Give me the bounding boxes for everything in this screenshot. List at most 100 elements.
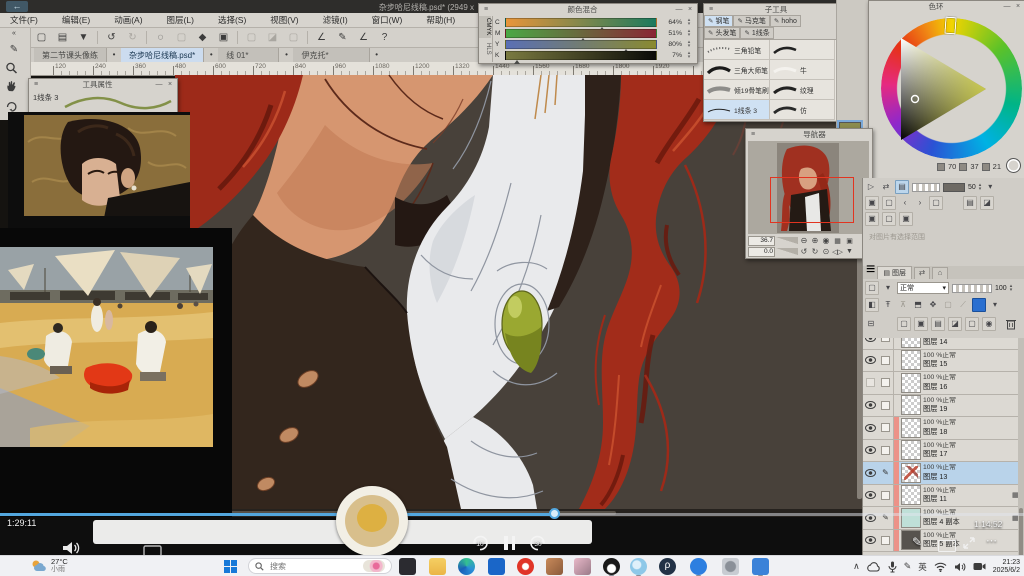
open-file-icon[interactable]: ▤ — [55, 30, 70, 45]
back-button[interactable]: ← — [6, 1, 28, 12]
shape-icon[interactable]: ▢ — [286, 30, 301, 45]
fill-icon[interactable]: ◆ — [195, 30, 210, 45]
prev-icon[interactable]: ‹ — [899, 197, 911, 209]
actual-size-icon[interactable]: ▦ — [832, 237, 843, 245]
brush-item[interactable]: 三角大师笔 — [704, 60, 770, 80]
player-more-icon[interactable]: ⋯ — [986, 534, 997, 547]
folder-open-icon[interactable]: ▤ — [963, 196, 977, 210]
layer-thumbnail[interactable] — [901, 373, 921, 393]
sv-triangle[interactable] — [881, 18, 1022, 159]
color-mode-toggle-icon[interactable] — [1006, 158, 1021, 173]
eye-icon[interactable] — [865, 356, 876, 364]
brush-item[interactable]: 三角铅笔 — [704, 40, 770, 60]
subtool-tab-hoho[interactable]: ✎hoho — [770, 15, 801, 27]
layer-row[interactable]: 100 %正常图层 16 — [863, 372, 1024, 395]
select-add-icon[interactable]: ▢ — [882, 196, 896, 210]
channel-slider[interactable] — [505, 40, 657, 49]
layer-checkbox[interactable] — [881, 356, 890, 365]
tab-document-4[interactable]: 伊克托* — [293, 48, 369, 62]
eye-icon[interactable] — [865, 446, 876, 454]
search-box[interactable] — [248, 558, 392, 574]
layer-row[interactable]: 100 %正常图层 18 — [863, 417, 1024, 440]
menu-window[interactable]: 窗口(W) — [372, 14, 403, 26]
brush-item[interactable]: 仿 — [770, 100, 835, 120]
layer-list-scrollbar[interactable] — [1018, 338, 1024, 564]
player-volume-icon[interactable] — [62, 540, 82, 556]
layer-checkbox[interactable] — [881, 338, 890, 342]
menu-filter[interactable]: 滤镜(I) — [323, 14, 348, 26]
weather-widget[interactable]: 27°C 小雨 — [30, 557, 68, 574]
tab-document-2-active[interactable]: 杂步哈尼线稿.psd* — [121, 48, 204, 62]
merge-layer-icon[interactable]: ▢ — [965, 317, 979, 331]
subtool-tab-marker[interactable]: ✎马克笔 — [733, 15, 769, 27]
panel-menu-icon[interactable]: ≡ — [32, 81, 40, 88]
pause-button[interactable] — [504, 536, 515, 555]
eye-icon[interactable] — [865, 424, 876, 432]
channel-slider[interactable] — [505, 18, 657, 27]
close-icon[interactable]: × — [166, 81, 174, 88]
forward-30-button[interactable]: 30 — [528, 533, 550, 555]
tab-hls[interactable]: HLS — [479, 38, 491, 60]
dots-slider[interactable] — [912, 183, 940, 192]
video-progress-handle[interactable] — [549, 508, 560, 519]
dark-slider[interactable] — [943, 183, 965, 192]
layer-color-icon[interactable]: ▢ — [865, 281, 879, 295]
brush-item[interactable]: 倾19骨笔刷 — [704, 80, 770, 100]
crop-frame-icon[interactable]: ▣ — [216, 30, 231, 45]
select-area-icon[interactable]: ▣ — [865, 196, 879, 210]
tab-animation[interactable]: ⌂ — [932, 267, 948, 279]
stepper[interactable]: ▴▾ — [685, 40, 693, 48]
layer-thumbnail[interactable] — [901, 338, 921, 348]
minimize-icon[interactable]: — — [1003, 3, 1011, 10]
layer-row[interactable]: 100 %正常图层 14 — [863, 338, 1024, 350]
cloud-icon[interactable] — [867, 562, 881, 572]
player-annotate-icon[interactable]: ✎ — [912, 535, 922, 549]
transform-icon[interactable]: ✥ — [927, 299, 939, 311]
app-dark-icon[interactable] — [399, 558, 416, 575]
zoom-tool-icon[interactable] — [5, 62, 23, 78]
layer-color-blue-swatch[interactable] — [972, 298, 986, 312]
reset-rotation-icon[interactable]: ⊙ — [821, 247, 831, 257]
eye-icon-hidden[interactable] — [866, 378, 875, 387]
select-sub-icon[interactable]: ▢ — [929, 196, 943, 210]
brush-item[interactable]: 纹理 — [770, 80, 835, 100]
new-document-icon[interactable]: ▢ — [34, 30, 49, 45]
lock-icon[interactable]: ⬒ — [912, 299, 924, 311]
eye-icon[interactable] — [865, 401, 876, 409]
zoom-slider[interactable] — [776, 237, 798, 244]
deselect-icon[interactable]: ◌ — [153, 30, 168, 45]
app-grey-icon[interactable] — [722, 558, 739, 575]
layer-thumbnail[interactable] — [901, 485, 921, 505]
app-blue-circle-icon[interactable] — [690, 558, 707, 575]
menu-select[interactable]: 选择(S) — [218, 14, 246, 26]
minimize-icon[interactable]: — — [675, 6, 683, 13]
brush-item[interactable] — [770, 40, 835, 60]
layer-thumbnail[interactable] — [901, 395, 921, 415]
app-p-icon[interactable]: ρ — [659, 558, 676, 575]
panel-menu-icon[interactable]: ≡ — [749, 131, 757, 138]
speaker-icon[interactable] — [954, 562, 966, 572]
camera-icon[interactable] — [973, 562, 986, 571]
dropdown-icon[interactable]: ▾ — [984, 181, 996, 193]
stepper[interactable]: ▴▾ — [979, 183, 982, 191]
save-icon[interactable]: ▼ — [76, 30, 91, 45]
undo-icon[interactable]: ↺ — [104, 30, 119, 45]
stepper[interactable]: ▴▾ — [1010, 284, 1013, 292]
minimize-icon[interactable]: — — [155, 81, 163, 88]
stylus-icon[interactable]: ✎ — [904, 561, 912, 572]
edge-browser-icon[interactable] — [458, 558, 475, 575]
menu-layer[interactable]: 图层(L) — [167, 14, 194, 26]
transfer-layer-icon[interactable]: ◪ — [948, 317, 962, 331]
panel-menu-icon[interactable]: ≡ — [707, 6, 715, 13]
app-blue-bird-icon[interactable] — [630, 558, 647, 575]
panel-list-icon[interactable]: ⊟ — [865, 318, 877, 330]
duplicate-icon[interactable]: ◪ — [980, 196, 994, 210]
opacity-value[interactable]: 100 — [995, 285, 1007, 292]
layer-checkbox[interactable] — [881, 401, 890, 410]
rotate-value[interactable]: 0.0 — [748, 247, 775, 257]
layer-row-selected[interactable]: ✎ 100 %正常图层 13 — [863, 462, 1024, 485]
ime-indicator[interactable]: 英 — [918, 561, 927, 573]
new-layer-2-icon[interactable]: ▣ — [914, 317, 928, 331]
line-tool-icon[interactable]: ∠ — [314, 30, 329, 45]
fit-screen-icon[interactable]: ▣ — [844, 237, 855, 245]
